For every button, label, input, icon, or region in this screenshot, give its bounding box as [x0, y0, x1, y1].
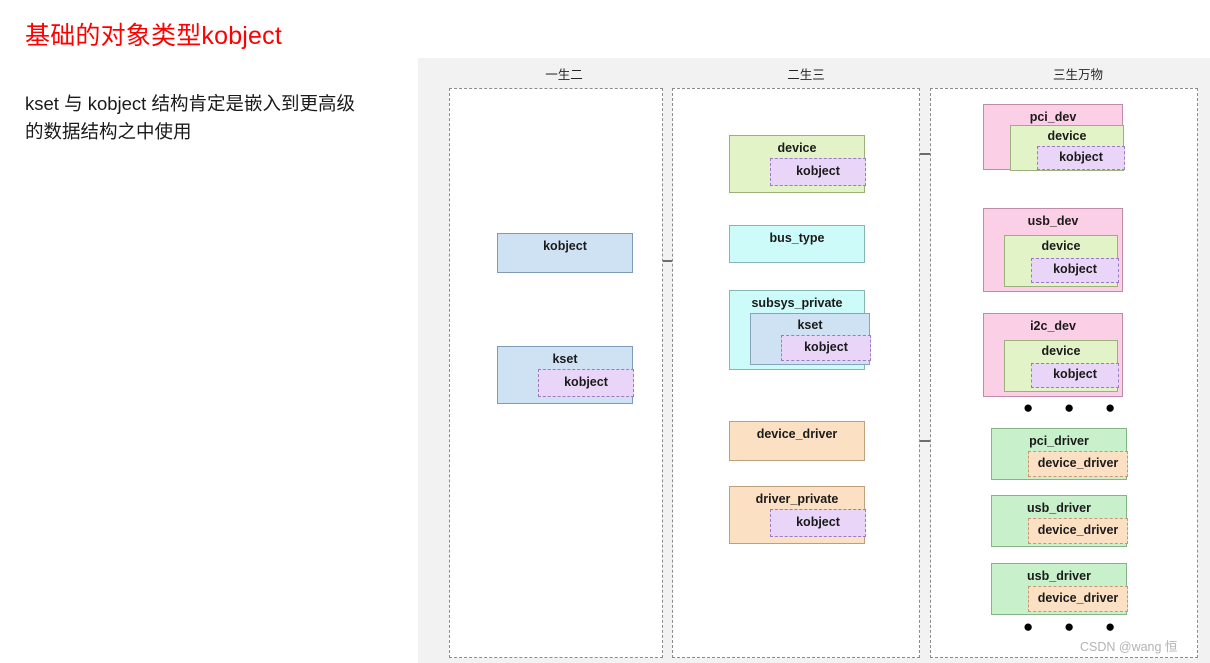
node-usb-driver-2-inner-label: device_driver — [1037, 591, 1119, 605]
slide-subtitle: kset 与 kobject 结构肯定是嵌入到更高级的数据结构之中使用 — [25, 93, 355, 142]
node-device[interactable]: device kobject — [729, 135, 866, 193]
node-driver-private[interactable]: driver_private kobject — [729, 486, 866, 544]
node-subsys-kset[interactable]: kset kobject — [750, 313, 871, 365]
node-device-driver-label: device_driver — [756, 427, 838, 441]
slide-text-pane: 基础的对象类型kobject kset 与 kobject 结构肯定是嵌入到更高… — [0, 0, 418, 663]
node-i2c-dev-device-label: device — [1041, 344, 1081, 358]
column-header-1: 一生二 — [545, 68, 583, 82]
node-pci-dev-device[interactable]: device kobject — [1010, 125, 1125, 171]
node-subsys-kobject[interactable]: kobject — [781, 335, 871, 361]
node-subsys-kset-label: kset — [797, 318, 823, 332]
node-usb-dev-device[interactable]: device kobject — [1004, 235, 1119, 287]
csdn-watermark: CSDN @wang 恒 — [1080, 640, 1178, 654]
node-pci-dev-kobject[interactable]: kobject — [1037, 146, 1125, 170]
device-ellipsis: ● ● ● — [1023, 398, 1129, 417]
node-usb-driver-1-inner-label: device_driver — [1037, 523, 1119, 537]
node-pci-dev-kobject-label: kobject — [1059, 150, 1103, 164]
column-header-3: 三生万物 — [1052, 68, 1103, 82]
page-title: 基础的对象类型kobject — [25, 22, 283, 50]
node-bus-type-label: bus_type — [769, 231, 825, 245]
node-driver-private-kobject-label: kobject — [796, 515, 840, 529]
node-i2c-dev-label: i2c_dev — [1030, 319, 1076, 333]
node-pci-dev-label: pci_dev — [1029, 110, 1077, 124]
node-usb-dev[interactable]: usb_dev device kobject — [983, 208, 1123, 292]
node-usb-driver-1[interactable]: usb_driver device_driver — [991, 495, 1128, 547]
node-kset[interactable]: kset kobject — [497, 346, 634, 404]
node-usb-dev-device-label: device — [1041, 239, 1081, 253]
node-pci-driver-inner[interactable]: device_driver — [1028, 451, 1128, 477]
driver-ellipsis: ● ● ● — [1023, 617, 1129, 636]
node-pci-dev-device-label: device — [1047, 129, 1087, 143]
node-device-driver[interactable]: device_driver — [729, 421, 865, 461]
node-i2c-dev-kobject[interactable]: kobject — [1031, 363, 1119, 388]
node-usb-dev-label: usb_dev — [1027, 214, 1079, 228]
node-device-kobject-label: kobject — [796, 164, 840, 178]
node-usb-driver-2-label: usb_driver — [1027, 569, 1091, 583]
node-driver-private-kobject[interactable]: kobject — [770, 509, 866, 537]
node-subsys-kobject-label: kobject — [804, 340, 848, 354]
node-pci-driver-inner-label: device_driver — [1037, 456, 1119, 470]
node-usb-dev-kobject-label: kobject — [1053, 262, 1097, 276]
node-usb-driver-2[interactable]: usb_driver device_driver — [991, 563, 1128, 615]
node-driver-private-label: driver_private — [755, 492, 839, 506]
node-bus-type[interactable]: bus_type — [729, 225, 865, 263]
node-i2c-dev-kobject-label: kobject — [1053, 367, 1097, 381]
node-pci-dev[interactable]: pci_dev device kobject — [983, 104, 1125, 171]
node-i2c-dev-device[interactable]: device kobject — [1004, 340, 1119, 392]
node-i2c-dev[interactable]: i2c_dev device kobject — [983, 313, 1123, 397]
node-usb-driver-1-label: usb_driver — [1027, 501, 1091, 515]
node-subsys-private[interactable]: subsys_private kset kobject — [729, 290, 871, 370]
node-kset-kobject[interactable]: kobject — [538, 369, 634, 397]
node-pci-driver[interactable]: pci_driver device_driver — [991, 428, 1128, 480]
node-kobject[interactable]: kobject — [497, 233, 633, 273]
node-kset-kobject-label: kobject — [564, 375, 608, 389]
node-usb-driver-2-inner[interactable]: device_driver — [1028, 586, 1128, 612]
column-header-2: 二生三 — [787, 68, 825, 82]
node-usb-dev-kobject[interactable]: kobject — [1031, 258, 1119, 283]
node-subsys-private-label: subsys_private — [751, 296, 843, 310]
node-pci-driver-label: pci_driver — [1029, 434, 1089, 448]
node-device-kobject[interactable]: kobject — [770, 158, 866, 186]
node-device-label: device — [777, 141, 817, 155]
kobject-diagram: 一生二 二生三 三生万物 kobject kset kobject device… — [418, 58, 1210, 663]
node-usb-driver-1-inner[interactable]: device_driver — [1028, 518, 1128, 544]
node-kobject-label: kobject — [543, 239, 587, 253]
node-kset-label: kset — [552, 352, 578, 366]
